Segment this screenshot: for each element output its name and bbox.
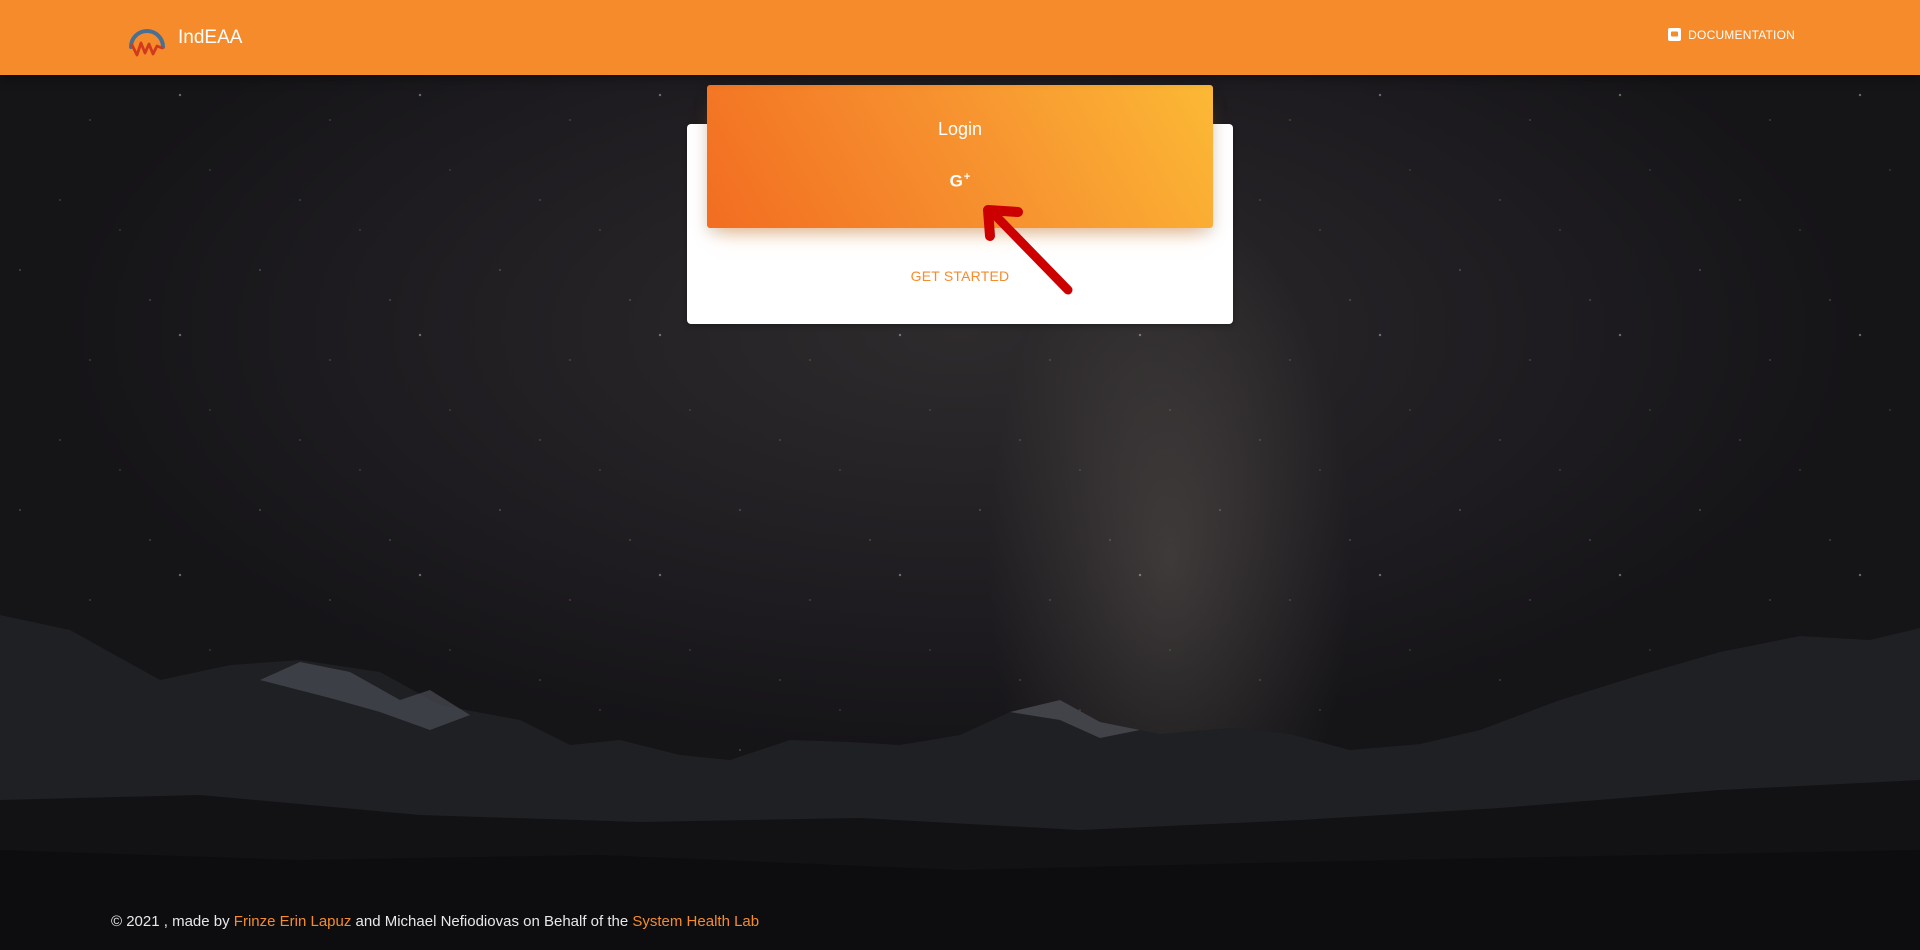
login-title: Login xyxy=(937,119,983,139)
brand-link[interactable]: IndEAA xyxy=(126,16,242,60)
google-plus-sup: + xyxy=(963,170,971,183)
book-icon xyxy=(1668,28,1682,41)
brand-name: IndEAA xyxy=(178,27,243,48)
annotation-arrow xyxy=(983,205,1073,295)
google-plus-icon: G+ xyxy=(950,171,971,192)
get-started-button[interactable]: GET STARTED xyxy=(687,268,1233,284)
footer-author-link[interactable]: Frinze Erin Lapuz xyxy=(234,913,352,930)
google-plus-glyph: G xyxy=(949,171,963,191)
documentation-label: DOCUMENTATION xyxy=(1688,27,1795,42)
footer-middle: and Michael Nefiodiovas on Behalf of the xyxy=(351,913,633,930)
indeaa-logo-icon xyxy=(129,29,165,57)
footer-lab-link[interactable]: System Health Lab xyxy=(632,913,759,930)
footer-prefix: © 2021 , made by xyxy=(111,913,234,930)
google-login-button[interactable]: G+ xyxy=(940,165,980,197)
top-navbar: IndEAA DOCUMENTATION xyxy=(0,0,1920,75)
login-card-header: Login G+ xyxy=(707,85,1213,228)
footer-credits: © 2021 , made by Frinze Erin Lapuz and M… xyxy=(111,913,759,930)
documentation-link[interactable]: DOCUMENTATION xyxy=(1667,27,1795,42)
